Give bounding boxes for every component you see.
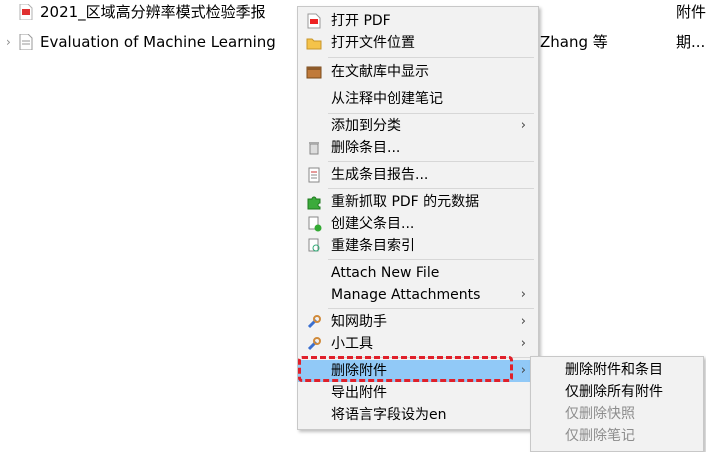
submenu-delete-attachments: 删除附件和条目 仅删除所有附件 仅删除快照 仅删除笔记 <box>530 356 704 452</box>
puzzle-icon <box>306 194 322 210</box>
menu-item-cnki-helper[interactable]: 知网助手 › <box>298 311 538 333</box>
wrench-icon <box>306 314 322 330</box>
menu-item-open-folder[interactable]: 打开文件位置 <box>298 32 538 54</box>
menu-item-show-in-library[interactable]: 在文献库中显示 <box>298 61 538 83</box>
menu-item-create-parent[interactable]: 创建父条目... <box>298 213 538 235</box>
report-icon <box>306 167 322 183</box>
submenu-arrow-icon: › <box>520 363 526 378</box>
menu-item-add-to-collection[interactable]: 添加到分类 › <box>298 115 538 137</box>
document-icon <box>19 33 33 51</box>
menu-separator <box>328 259 534 260</box>
menu-item-create-note-from-annotations[interactable]: 从注释中创建笔记 <box>298 88 538 110</box>
menu-separator <box>328 57 534 58</box>
library-icon <box>306 64 322 80</box>
submenu-item-delete-attachments-and-items[interactable]: 删除附件和条目 <box>531 359 703 381</box>
new-parent-icon <box>306 216 322 232</box>
wrench-icon <box>306 336 322 352</box>
menu-separator <box>328 308 534 309</box>
menu-item-export-attachments[interactable]: 导出附件 <box>298 382 538 404</box>
submenu-item-delete-snapshots: 仅删除快照 <box>565 406 635 422</box>
menu-item-reindex[interactable]: 重建条目索引 <box>298 235 538 257</box>
menu-separator <box>328 113 534 114</box>
submenu-arrow-icon: › <box>520 287 526 302</box>
menu-item-delete-item[interactable]: 删除条目... <box>298 137 538 159</box>
item-type: 附件 <box>676 3 706 21</box>
menu-item-open-pdf[interactable]: 打开 PDF <box>298 10 538 32</box>
annotation-highlight-box <box>298 356 513 382</box>
submenu-arrow-icon: › <box>520 118 526 133</box>
expand-chevron-icon[interactable]: › <box>6 35 16 49</box>
menu-item-retrieve-metadata[interactable]: 重新抓取 PDF 的元数据 <box>298 191 538 213</box>
menu-item-set-language-en[interactable]: 将语言字段设为en <box>298 404 538 426</box>
pdf-file-icon <box>19 3 33 21</box>
item-title: 2021_区域高分辨率模式检验季报 <box>40 3 266 21</box>
menu-item-tools[interactable]: 小工具 › <box>298 333 538 355</box>
submenu-item-delete-notes: 仅删除笔记 <box>565 428 635 444</box>
submenu-item-delete-all-attachments[interactable]: 仅删除所有附件 <box>531 381 703 403</box>
menu-separator <box>328 161 534 162</box>
menu-item-attach-new-file[interactable]: Attach New File <box>298 262 538 284</box>
item-title: Evaluation of Machine Learning <box>40 33 276 51</box>
menu-separator <box>328 188 534 189</box>
item-date: 期... <box>676 33 706 51</box>
menu-item-generate-report[interactable]: 生成条目报告... <box>298 164 538 186</box>
item-creator: Zhang 等 <box>540 33 608 51</box>
reindex-icon <box>306 238 322 254</box>
trash-icon <box>306 140 322 156</box>
folder-icon <box>306 35 322 51</box>
menu-item-manage-attachments[interactable]: Manage Attachments › <box>298 284 538 306</box>
submenu-arrow-icon: › <box>520 336 526 351</box>
pdf-icon <box>306 13 322 29</box>
submenu-arrow-icon: › <box>520 314 526 329</box>
